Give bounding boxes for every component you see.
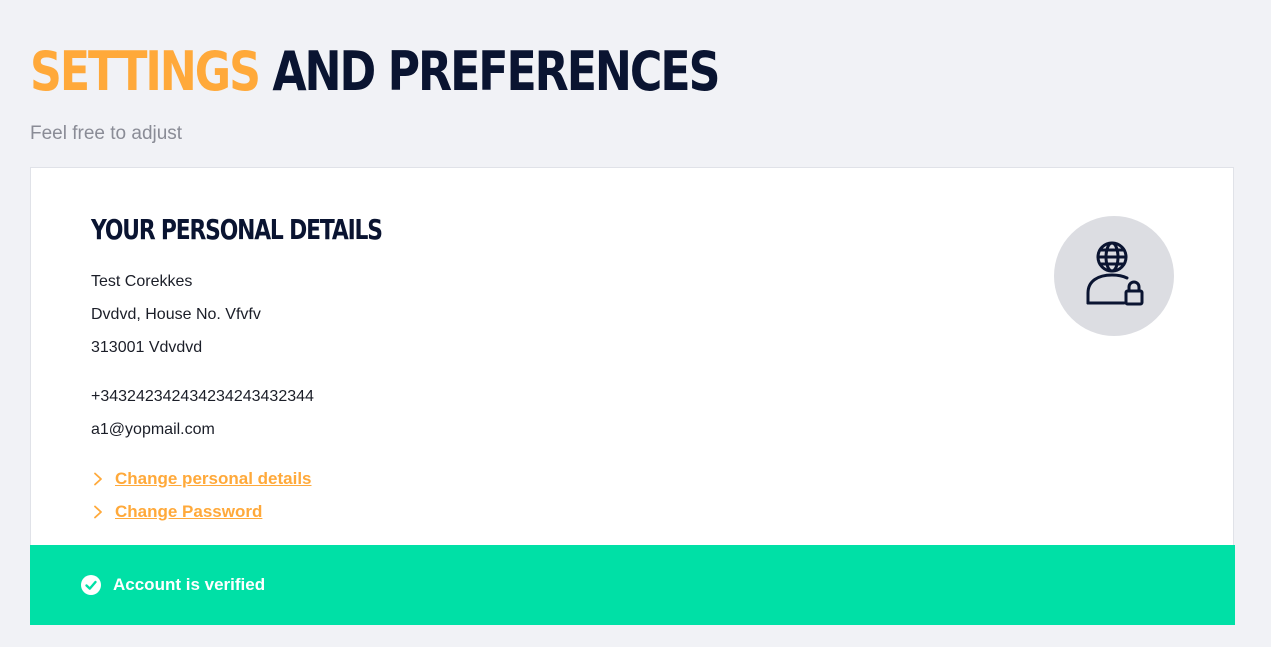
change-password-label: Change Password (115, 502, 263, 521)
change-personal-details-link[interactable]: Change personal details (91, 468, 312, 490)
user-globe-lock-icon (1086, 241, 1144, 306)
page-title-main: AND PREFERENCES (272, 40, 720, 103)
page-subtitle: Feel free to adjust (30, 123, 183, 144)
page-header: SETTINGS AND PREFERENCES (30, 36, 870, 108)
detail-city: 313001 Vdvdvd (91, 339, 203, 356)
personal-details-body: YOUR PERSONAL DETAILS Test Corekkes Dvdv… (91, 168, 1233, 545)
detail-name: Test Corekkes (91, 273, 193, 290)
account-security-avatar (1054, 216, 1174, 336)
detail-phone: +343242342434234243432344 (91, 388, 314, 405)
personal-details-title: YOUR PERSONAL DETAILS (91, 213, 383, 246)
account-status-bar: Account is verified (30, 545, 1235, 625)
detail-email: a1@yopmail.com (91, 421, 215, 438)
change-personal-details-label: Change personal details (115, 469, 312, 488)
change-password-link[interactable]: Change Password (91, 501, 262, 523)
account-status-text: Account is verified (113, 575, 266, 594)
chevron-right-icon (94, 505, 102, 519)
detail-street: Dvdvd, House No. Vfvfv (91, 306, 261, 323)
page-title-accent: SETTINGS (30, 40, 261, 103)
check-circle-icon (81, 575, 101, 595)
chevron-right-icon (94, 472, 102, 486)
page-title: SETTINGS AND PREFERENCES (30, 36, 720, 108)
